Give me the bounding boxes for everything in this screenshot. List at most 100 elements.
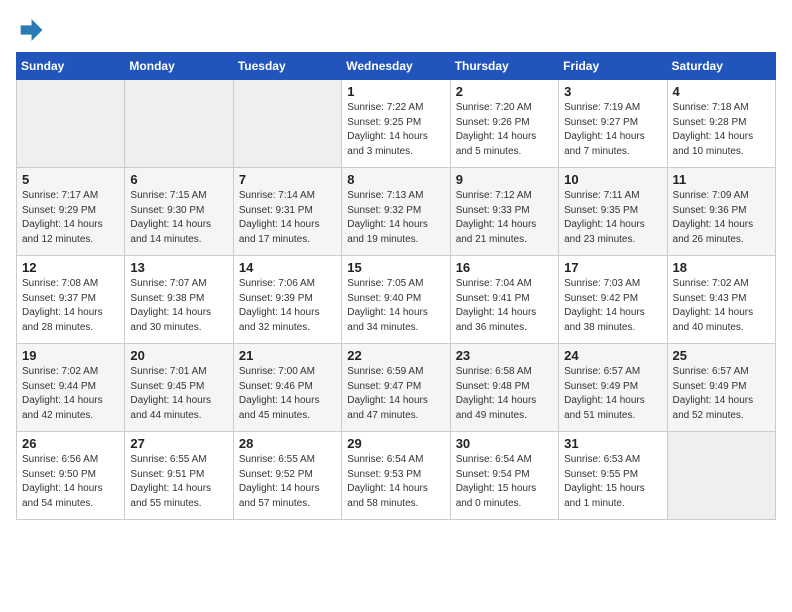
calendar-day-cell: 25 Sunrise: 6:57 AM Sunset: 9:49 PM Dayli…	[667, 344, 775, 432]
calendar-day-cell: 18 Sunrise: 7:02 AM Sunset: 9:43 PM Dayli…	[667, 256, 775, 344]
day-number: 23	[456, 348, 553, 363]
calendar-week-row: 12 Sunrise: 7:08 AM Sunset: 9:37 PM Dayli…	[17, 256, 776, 344]
calendar-day-cell: 8Sunrise: 7:13 AM Sunset: 9:32 PM Daylig…	[342, 168, 450, 256]
calendar-day-cell: 16Sunrise: 7:04 AM Sunset: 9:41 PM Dayli…	[450, 256, 558, 344]
day-info: Sunrise: 7:18 AM Sunset: 9:28 PM Dayligh…	[673, 101, 770, 159]
day-number: 6	[130, 172, 227, 187]
day-number: 18	[673, 260, 770, 275]
calendar-table: SundayMondayTuesdayWednesdayThursdayFrid…	[16, 52, 776, 520]
calendar-week-row: 26 Sunrise: 6:56 AM Sunset: 9:50 PM Dayli…	[17, 432, 776, 520]
day-number: 26	[22, 436, 119, 451]
day-number: 16	[456, 260, 553, 275]
day-number: 9	[456, 172, 553, 187]
day-info: Sunrise: 6:57 AM Sunset: 9:49 PM Dayligh…	[673, 365, 770, 423]
day-info: Sunrise: 7:01 AM Sunset: 9:45 PM Dayligh…	[130, 365, 227, 423]
day-number: 29	[347, 436, 444, 451]
day-number: 14	[239, 260, 336, 275]
day-info: Sunrise: 6:55 AM Sunset: 9:52 PM Dayligh…	[239, 453, 336, 511]
day-number: 11	[673, 172, 770, 187]
calendar-day-cell: 10 Sunrise: 7:11 AM Sunset: 9:35 PM Dayli…	[559, 168, 667, 256]
weekday-header-cell: Thursday	[450, 53, 558, 80]
day-info: Sunrise: 7:22 AM Sunset: 9:25 PM Dayligh…	[347, 101, 444, 159]
calendar-day-cell: 11 Sunrise: 7:09 AM Sunset: 9:36 PM Dayli…	[667, 168, 775, 256]
calendar-day-cell	[233, 80, 341, 168]
day-number: 25	[673, 348, 770, 363]
calendar-day-cell: 29 Sunrise: 6:54 AM Sunset: 9:53 PM Dayli…	[342, 432, 450, 520]
calendar-day-cell: 27 Sunrise: 6:55 AM Sunset: 9:51 PM Dayli…	[125, 432, 233, 520]
day-number: 7	[239, 172, 336, 187]
day-info: Sunrise: 7:19 AM Sunset: 9:27 PM Dayligh…	[564, 101, 661, 159]
day-number: 2	[456, 84, 553, 99]
day-info: Sunrise: 7:06 AM Sunset: 9:39 PM Dayligh…	[239, 277, 336, 335]
calendar-day-cell: 5Sunrise: 7:17 AM Sunset: 9:29 PM Daylig…	[17, 168, 125, 256]
weekday-header-cell: Tuesday	[233, 53, 341, 80]
calendar-day-cell: 30 Sunrise: 6:54 AM Sunset: 9:54 PM Dayli…	[450, 432, 558, 520]
calendar-day-cell: 28 Sunrise: 6:55 AM Sunset: 9:52 PM Dayli…	[233, 432, 341, 520]
calendar-day-cell	[667, 432, 775, 520]
day-info: Sunrise: 7:02 AM Sunset: 9:44 PM Dayligh…	[22, 365, 119, 423]
day-info: Sunrise: 6:54 AM Sunset: 9:53 PM Dayligh…	[347, 453, 444, 511]
day-info: Sunrise: 7:20 AM Sunset: 9:26 PM Dayligh…	[456, 101, 553, 159]
day-number: 3	[564, 84, 661, 99]
calendar-day-cell: 20 Sunrise: 7:01 AM Sunset: 9:45 PM Dayli…	[125, 344, 233, 432]
day-number: 15	[347, 260, 444, 275]
calendar-day-cell: 14 Sunrise: 7:06 AM Sunset: 9:39 PM Dayli…	[233, 256, 341, 344]
day-info: Sunrise: 7:11 AM Sunset: 9:35 PM Dayligh…	[564, 189, 661, 247]
day-number: 17	[564, 260, 661, 275]
day-number: 1	[347, 84, 444, 99]
day-info: Sunrise: 7:00 AM Sunset: 9:46 PM Dayligh…	[239, 365, 336, 423]
calendar-day-cell: 6 Sunrise: 7:15 AM Sunset: 9:30 PM Daylig…	[125, 168, 233, 256]
day-info: Sunrise: 7:08 AM Sunset: 9:37 PM Dayligh…	[22, 277, 119, 335]
day-number: 12	[22, 260, 119, 275]
calendar-day-cell: 17 Sunrise: 7:03 AM Sunset: 9:42 PM Dayli…	[559, 256, 667, 344]
weekday-header-cell: Sunday	[17, 53, 125, 80]
day-info: Sunrise: 7:14 AM Sunset: 9:31 PM Dayligh…	[239, 189, 336, 247]
calendar-day-cell: 22Sunrise: 6:59 AM Sunset: 9:47 PM Dayli…	[342, 344, 450, 432]
page-header	[16, 16, 776, 44]
day-number: 27	[130, 436, 227, 451]
calendar-day-cell: 4 Sunrise: 7:18 AM Sunset: 9:28 PM Daylig…	[667, 80, 775, 168]
day-info: Sunrise: 6:57 AM Sunset: 9:49 PM Dayligh…	[564, 365, 661, 423]
day-info: Sunrise: 6:54 AM Sunset: 9:54 PM Dayligh…	[456, 453, 553, 511]
day-number: 8	[347, 172, 444, 187]
day-info: Sunrise: 6:59 AM Sunset: 9:47 PM Dayligh…	[347, 365, 444, 423]
day-number: 5	[22, 172, 119, 187]
day-info: Sunrise: 7:03 AM Sunset: 9:42 PM Dayligh…	[564, 277, 661, 335]
calendar-day-cell: 1 Sunrise: 7:22 AM Sunset: 9:25 PM Daylig…	[342, 80, 450, 168]
day-info: Sunrise: 7:05 AM Sunset: 9:40 PM Dayligh…	[347, 277, 444, 335]
day-number: 20	[130, 348, 227, 363]
day-number: 21	[239, 348, 336, 363]
day-info: Sunrise: 6:55 AM Sunset: 9:51 PM Dayligh…	[130, 453, 227, 511]
calendar-day-cell: 31 Sunrise: 6:53 AM Sunset: 9:55 PM Dayli…	[559, 432, 667, 520]
day-info: Sunrise: 7:12 AM Sunset: 9:33 PM Dayligh…	[456, 189, 553, 247]
day-info: Sunrise: 7:02 AM Sunset: 9:43 PM Dayligh…	[673, 277, 770, 335]
day-number: 30	[456, 436, 553, 451]
weekday-header-cell: Wednesday	[342, 53, 450, 80]
calendar-day-cell: 13 Sunrise: 7:07 AM Sunset: 9:38 PM Dayli…	[125, 256, 233, 344]
calendar-day-cell: 24 Sunrise: 6:57 AM Sunset: 9:49 PM Dayli…	[559, 344, 667, 432]
day-number: 10	[564, 172, 661, 187]
day-info: Sunrise: 6:53 AM Sunset: 9:55 PM Dayligh…	[564, 453, 661, 511]
day-number: 28	[239, 436, 336, 451]
day-number: 31	[564, 436, 661, 451]
day-info: Sunrise: 7:09 AM Sunset: 9:36 PM Dayligh…	[673, 189, 770, 247]
calendar-day-cell: 19 Sunrise: 7:02 AM Sunset: 9:44 PM Dayli…	[17, 344, 125, 432]
logo-icon	[16, 16, 44, 44]
day-info: Sunrise: 7:15 AM Sunset: 9:30 PM Dayligh…	[130, 189, 227, 247]
calendar-week-row: 19 Sunrise: 7:02 AM Sunset: 9:44 PM Dayli…	[17, 344, 776, 432]
calendar-day-cell: 9 Sunrise: 7:12 AM Sunset: 9:33 PM Daylig…	[450, 168, 558, 256]
day-info: Sunrise: 7:07 AM Sunset: 9:38 PM Dayligh…	[130, 277, 227, 335]
calendar-day-cell: 23 Sunrise: 6:58 AM Sunset: 9:48 PM Dayli…	[450, 344, 558, 432]
day-number: 24	[564, 348, 661, 363]
calendar-body: 1 Sunrise: 7:22 AM Sunset: 9:25 PM Daylig…	[17, 80, 776, 520]
day-info: Sunrise: 6:58 AM Sunset: 9:48 PM Dayligh…	[456, 365, 553, 423]
calendar-day-cell: 12 Sunrise: 7:08 AM Sunset: 9:37 PM Dayli…	[17, 256, 125, 344]
weekday-header-cell: Friday	[559, 53, 667, 80]
day-number: 13	[130, 260, 227, 275]
day-info: Sunrise: 6:56 AM Sunset: 9:50 PM Dayligh…	[22, 453, 119, 511]
calendar-day-cell	[125, 80, 233, 168]
day-number: 4	[673, 84, 770, 99]
calendar-week-row: 1 Sunrise: 7:22 AM Sunset: 9:25 PM Daylig…	[17, 80, 776, 168]
day-number: 19	[22, 348, 119, 363]
weekday-header-cell: Saturday	[667, 53, 775, 80]
